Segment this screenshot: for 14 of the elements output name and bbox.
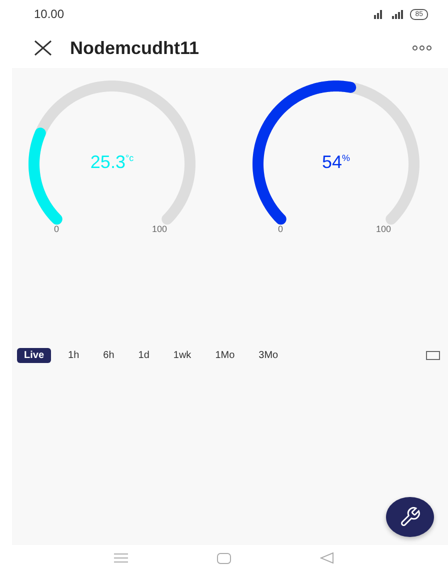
time-range-tab[interactable]: Live <box>17 348 52 363</box>
time-range-tab[interactable]: 1h <box>61 348 86 363</box>
gauge-value: 25.3$^{°c}$ <box>89 152 135 173</box>
gauge-max-label: 100 <box>376 224 392 234</box>
time-range-tab[interactable]: 1wk <box>166 348 198 363</box>
gauge-min-label: 0 <box>54 224 60 234</box>
time-range-tab[interactable]: 1Mo <box>208 348 242 363</box>
time-range-tab[interactable]: 6h <box>96 348 122 363</box>
gauge-max-label: 100 <box>152 224 168 234</box>
device-title: Nodemcudht11 <box>70 38 200 58</box>
gauge-min-label: 0 <box>278 224 284 234</box>
time-range-tab[interactable]: 3Mo <box>252 348 286 363</box>
status-time: 10.00 <box>34 7 64 21</box>
time-range-tab[interactable]: 1d <box>131 348 156 363</box>
